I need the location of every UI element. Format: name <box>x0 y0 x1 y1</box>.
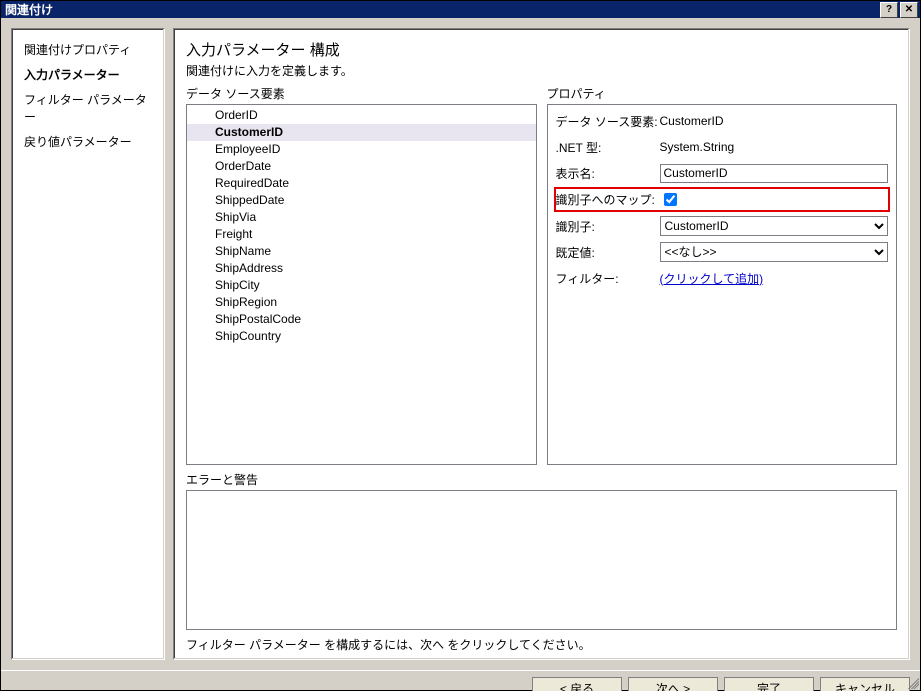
list-item[interactable]: OrderDate <box>187 158 536 175</box>
sidebar-item-3[interactable]: 戻り値パラメーター <box>18 129 158 154</box>
window-title: 関連付け <box>5 1 880 18</box>
list-item[interactable]: ShipCountry <box>187 328 536 345</box>
list-item[interactable]: ShipName <box>187 243 536 260</box>
prop-label: 識別子へのマップ: <box>556 191 660 208</box>
cancel-button[interactable]: キャンセル <box>820 677 910 691</box>
left-column: データ ソース要素 OrderIDCustomerIDEmployeeIDOrd… <box>186 85 537 465</box>
data-source-label: データ ソース要素 <box>186 85 537 102</box>
list-item[interactable]: ShipRegion <box>187 294 536 311</box>
page-subtitle: 関連付けに入力を定義します。 <box>186 62 897 79</box>
sidebar-item-1[interactable]: 入力パラメーター <box>18 62 158 87</box>
list-item[interactable]: ShipCity <box>187 277 536 294</box>
prop-row-map-to-identifier: 識別子へのマップ: <box>554 187 891 212</box>
main-panel: 入力パラメーター 構成 関連付けに入力を定義します。 データ ソース要素 Ord… <box>173 28 910 660</box>
filter-add-link[interactable]: (クリックして追加) <box>660 270 764 287</box>
list-item[interactable]: OrderID <box>187 107 536 124</box>
list-item[interactable]: RequiredDate <box>187 175 536 192</box>
dialog-window: 関連付け ? ✕ 関連付けプロパティ入力パラメーターフィルター パラメーター戻り… <box>0 0 921 691</box>
properties-panel: データ ソース要素: CustomerID .NET 型: System.Str… <box>547 104 898 465</box>
prop-label: .NET 型: <box>556 139 660 156</box>
titlebar: 関連付け ? ✕ <box>1 1 920 18</box>
close-button[interactable]: ✕ <box>900 2 918 18</box>
prop-value-net-type: System.String <box>660 140 735 154</box>
columns: データ ソース要素 OrderIDCustomerIDEmployeeIDOrd… <box>186 85 897 465</box>
footer: < 戻る 次へ > 完了 キャンセル <box>1 670 920 691</box>
right-column: プロパティ データ ソース要素: CustomerID .NET 型: Syst… <box>547 85 898 465</box>
display-name-input[interactable] <box>660 164 889 183</box>
data-source-listbox[interactable]: OrderIDCustomerIDEmployeeIDOrderDateRequ… <box>186 104 537 465</box>
prop-label: フィルター: <box>556 270 660 287</box>
default-value-select[interactable]: <<なし>> <box>660 242 889 262</box>
list-item[interactable]: Freight <box>187 226 536 243</box>
prop-row-default-value: 既定値: <<なし>> <box>556 242 889 262</box>
hint-text: フィルター パラメーター を構成するには、次へ をクリックしてください。 <box>186 636 897 653</box>
prop-label: 既定値: <box>556 244 660 261</box>
prop-row-net-type: .NET 型: System.String <box>556 137 889 157</box>
sidebar-item-2[interactable]: フィルター パラメーター <box>18 87 158 129</box>
next-button[interactable]: 次へ > <box>628 677 718 691</box>
list-item[interactable]: EmployeeID <box>187 141 536 158</box>
back-button[interactable]: < 戻る <box>532 677 622 691</box>
errors-box <box>186 490 897 630</box>
map-to-identifier-checkbox[interactable] <box>664 193 677 206</box>
sidebar-item-0[interactable]: 関連付けプロパティ <box>18 37 158 62</box>
dialog-body: 関連付けプロパティ入力パラメーターフィルター パラメーター戻り値パラメーター 入… <box>1 18 920 670</box>
prop-row-identifier: 識別子: CustomerID <box>556 216 889 236</box>
list-item[interactable]: CustomerID <box>187 124 536 141</box>
list-item[interactable]: ShipVia <box>187 209 536 226</box>
page-title: 入力パラメーター 構成 <box>186 39 897 60</box>
properties-label: プロパティ <box>547 85 898 102</box>
prop-row-filter: フィルター: (クリックして追加) <box>556 268 889 288</box>
prop-row-display-name: 表示名: <box>556 163 889 183</box>
prop-label: 識別子: <box>556 218 660 235</box>
resize-grip-icon[interactable] <box>905 675 919 689</box>
list-item[interactable]: ShipAddress <box>187 260 536 277</box>
prop-label: 表示名: <box>556 165 660 182</box>
errors-label: エラーと警告 <box>186 471 897 488</box>
prop-row-data-source-element: データ ソース要素: CustomerID <box>556 111 889 131</box>
prop-label: データ ソース要素: <box>556 113 660 130</box>
finish-button[interactable]: 完了 <box>724 677 814 691</box>
sidebar: 関連付けプロパティ入力パラメーターフィルター パラメーター戻り値パラメーター <box>11 28 165 660</box>
list-item[interactable]: ShippedDate <box>187 192 536 209</box>
help-button[interactable]: ? <box>880 2 898 18</box>
list-item[interactable]: ShipPostalCode <box>187 311 536 328</box>
prop-value-data-source-element: CustomerID <box>660 114 724 128</box>
identifier-select[interactable]: CustomerID <box>660 216 889 236</box>
